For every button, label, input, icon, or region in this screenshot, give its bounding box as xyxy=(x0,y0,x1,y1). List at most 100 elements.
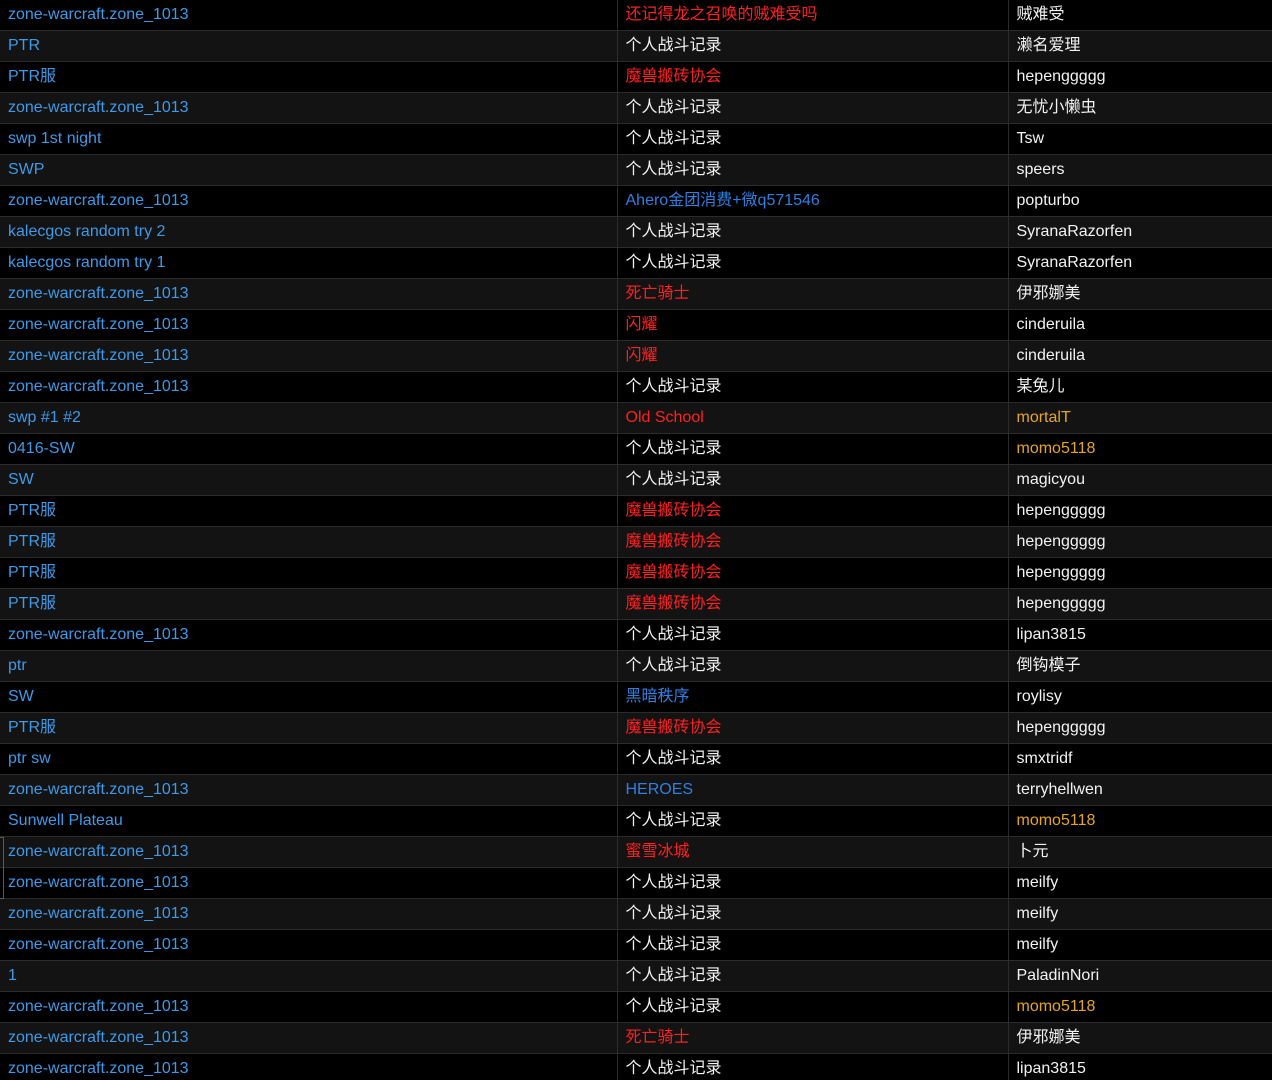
report-name-cell[interactable]: zone-warcraft.zone_1013 xyxy=(0,340,618,372)
guild-name-cell[interactable]: 个人战斗记录 xyxy=(617,619,1009,651)
report-name-link[interactable]: ptr xyxy=(8,657,27,674)
table-row[interactable]: Sunwell Plateau 个人战斗记录 momo5118 xyxy=(0,805,1272,837)
owner-name-cell[interactable]: 濑名爱理 xyxy=(1008,30,1272,62)
report-name-link[interactable]: zone-warcraft.zone_1013 xyxy=(8,347,189,364)
guild-name-cell[interactable]: 蜜雪冰城 xyxy=(617,836,1009,868)
guild-name-cell[interactable]: Ahero金团消费+微q571546 xyxy=(617,185,1009,217)
report-name-link[interactable]: swp #1 #2 xyxy=(8,409,81,426)
report-name-cell[interactable]: PTR服 xyxy=(0,588,618,620)
table-row[interactable]: PTR服 魔兽搬砖协会 hepenggggg xyxy=(0,495,1272,527)
table-row[interactable]: zone-warcraft.zone_1013 还记得龙之召唤的贼难受吗 贼难受 xyxy=(0,0,1272,31)
table-row[interactable]: kalecgos random try 2 个人战斗记录 SyranaRazorfe… xyxy=(0,216,1272,248)
report-name-link[interactable]: zone-warcraft.zone_1013 xyxy=(8,843,189,860)
owner-name-cell[interactable]: 某兔儿 xyxy=(1008,371,1272,403)
report-name-cell[interactable]: ptr sw xyxy=(0,743,618,775)
report-name-cell[interactable]: 0416-SW xyxy=(0,433,618,465)
report-name-link[interactable]: SW xyxy=(8,471,34,488)
owner-name-cell[interactable]: lipan3815 xyxy=(1008,619,1272,651)
report-name-cell[interactable]: zone-warcraft.zone_1013 xyxy=(0,1022,618,1054)
table-row[interactable]: zone-warcraft.zone_1013 个人战斗记录 meilfy xyxy=(0,867,1272,899)
guild-name-cell[interactable]: 个人战斗记录 xyxy=(617,991,1009,1023)
guild-name-cell[interactable]: 个人战斗记录 xyxy=(617,30,1009,62)
table-row[interactable]: 0416-SW 个人战斗记录 momo5118 xyxy=(0,433,1272,465)
owner-name-cell[interactable]: terryhellwen xyxy=(1008,774,1272,806)
report-name-cell[interactable]: kalecgos random try 2 xyxy=(0,216,618,248)
report-name-cell[interactable]: SW xyxy=(0,681,618,713)
table-row[interactable]: PTR 个人战斗记录 濑名爱理 xyxy=(0,30,1272,62)
guild-name-cell[interactable]: 还记得龙之召唤的贼难受吗 xyxy=(617,0,1009,31)
report-name-cell[interactable]: zone-warcraft.zone_1013 xyxy=(0,92,618,124)
report-name-cell[interactable]: ptr xyxy=(0,650,618,682)
owner-name-cell[interactable]: meilfy xyxy=(1008,898,1272,930)
report-name-link[interactable]: SWP xyxy=(8,161,44,178)
guild-name-cell[interactable]: 魔兽搬砖协会 xyxy=(617,712,1009,744)
report-name-link[interactable]: kalecgos random try 1 xyxy=(8,254,165,271)
owner-name-cell[interactable]: hepenggggg xyxy=(1008,712,1272,744)
table-row[interactable]: 1 个人战斗记录 PaladinNori xyxy=(0,960,1272,992)
report-name-link[interactable]: 1 xyxy=(8,967,17,984)
report-name-cell[interactable]: PTR服 xyxy=(0,495,618,527)
guild-name-cell[interactable]: 个人战斗记录 xyxy=(617,123,1009,155)
report-name-cell[interactable]: PTR服 xyxy=(0,712,618,744)
owner-name-cell[interactable]: speers xyxy=(1008,154,1272,186)
report-name-link[interactable]: zone-warcraft.zone_1013 xyxy=(8,936,189,953)
report-name-cell[interactable]: zone-warcraft.zone_1013 xyxy=(0,1053,618,1080)
table-row[interactable]: SW 个人战斗记录 magicyou xyxy=(0,464,1272,496)
report-name-cell[interactable]: swp 1st night xyxy=(0,123,618,155)
owner-name-cell[interactable]: meilfy xyxy=(1008,929,1272,961)
guild-name-cell[interactable]: 个人战斗记录 xyxy=(617,92,1009,124)
table-row[interactable]: PTR服 魔兽搬砖协会 hepenggggg xyxy=(0,588,1272,620)
report-name-link[interactable]: PTR服 xyxy=(8,502,56,519)
guild-name-cell[interactable]: 魔兽搬砖协会 xyxy=(617,526,1009,558)
owner-name-cell[interactable]: 无忧小懒虫 xyxy=(1008,92,1272,124)
table-row[interactable]: zone-warcraft.zone_1013 个人战斗记录 某兔儿 xyxy=(0,371,1272,403)
owner-name-cell[interactable]: hepenggggg xyxy=(1008,495,1272,527)
report-name-cell[interactable]: PTR服 xyxy=(0,61,618,93)
guild-name-cell[interactable]: 个人战斗记录 xyxy=(617,216,1009,248)
owner-name-cell[interactable]: 倒钩模子 xyxy=(1008,650,1272,682)
report-name-link[interactable]: zone-warcraft.zone_1013 xyxy=(8,998,189,1015)
owner-name-cell[interactable]: magicyou xyxy=(1008,464,1272,496)
owner-name-cell[interactable]: mortalT xyxy=(1008,402,1272,434)
table-row[interactable]: swp #1 #2 Old School mortalT xyxy=(0,402,1272,434)
table-row[interactable]: zone-warcraft.zone_1013 个人战斗记录 lipan3815 xyxy=(0,1053,1272,1080)
report-name-cell[interactable]: zone-warcraft.zone_1013 xyxy=(0,0,618,31)
table-row[interactable]: swp 1st night 个人战斗记录 Tsw xyxy=(0,123,1272,155)
guild-name-cell[interactable]: 个人战斗记录 xyxy=(617,929,1009,961)
guild-name-cell[interactable]: 死亡骑士 xyxy=(617,278,1009,310)
report-name-cell[interactable]: zone-warcraft.zone_1013 xyxy=(0,867,618,899)
owner-name-cell[interactable]: Tsw xyxy=(1008,123,1272,155)
guild-name-cell[interactable]: Old School xyxy=(617,402,1009,434)
report-name-cell[interactable]: zone-warcraft.zone_1013 xyxy=(0,929,618,961)
report-name-cell[interactable]: zone-warcraft.zone_1013 xyxy=(0,836,618,868)
guild-name-cell[interactable]: 闪耀 xyxy=(617,309,1009,341)
report-name-link[interactable]: zone-warcraft.zone_1013 xyxy=(8,285,189,302)
table-row[interactable]: zone-warcraft.zone_1013 个人战斗记录 meilfy xyxy=(0,929,1272,961)
owner-name-cell[interactable]: smxtridf xyxy=(1008,743,1272,775)
report-name-link[interactable]: kalecgos random try 2 xyxy=(8,223,165,240)
guild-name-cell[interactable]: 魔兽搬砖协会 xyxy=(617,557,1009,589)
table-row[interactable]: SW 黑暗秩序 roylisy xyxy=(0,681,1272,713)
report-name-cell[interactable]: SWP xyxy=(0,154,618,186)
report-name-link[interactable]: 0416-SW xyxy=(8,440,75,457)
table-row[interactable]: zone-warcraft.zone_1013 个人战斗记录 lipan3815 xyxy=(0,619,1272,651)
report-name-link[interactable]: PTR服 xyxy=(8,533,56,550)
report-name-link[interactable]: zone-warcraft.zone_1013 xyxy=(8,905,189,922)
report-name-cell[interactable]: zone-warcraft.zone_1013 xyxy=(0,898,618,930)
table-row[interactable]: zone-warcraft.zone_1013 死亡骑士 伊邪娜美 xyxy=(0,1022,1272,1054)
report-name-link[interactable]: zone-warcraft.zone_1013 xyxy=(8,1060,189,1077)
table-row[interactable]: PTR服 魔兽搬砖协会 hepenggggg xyxy=(0,61,1272,93)
owner-name-cell[interactable]: meilfy xyxy=(1008,867,1272,899)
guild-name-cell[interactable]: 个人战斗记录 xyxy=(617,154,1009,186)
guild-name-cell[interactable]: HEROES xyxy=(617,774,1009,806)
table-row[interactable]: zone-warcraft.zone_1013 闪耀 cinderuila xyxy=(0,309,1272,341)
table-row[interactable]: kalecgos random try 1 个人战斗记录 SyranaRazorfe… xyxy=(0,247,1272,279)
owner-name-cell[interactable]: PaladinNori xyxy=(1008,960,1272,992)
report-name-cell[interactable]: swp #1 #2 xyxy=(0,402,618,434)
report-name-cell[interactable]: SW xyxy=(0,464,618,496)
guild-name-cell[interactable]: 个人战斗记录 xyxy=(617,960,1009,992)
report-name-link[interactable]: PTR服 xyxy=(8,595,56,612)
table-row[interactable]: zone-warcraft.zone_1013 个人战斗记录 meilfy xyxy=(0,898,1272,930)
report-name-link[interactable]: zone-warcraft.zone_1013 xyxy=(8,626,189,643)
owner-name-cell[interactable]: 伊邪娜美 xyxy=(1008,278,1272,310)
